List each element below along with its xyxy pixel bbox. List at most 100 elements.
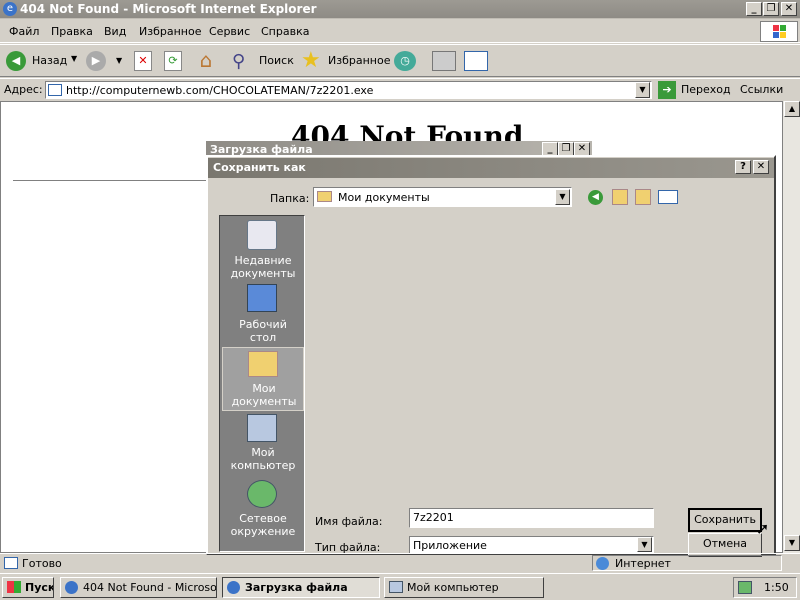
close-button[interactable]: ✕: [781, 2, 797, 16]
places-bar: Недавние документы Рабочий стол Мои доку…: [219, 215, 305, 552]
maximize-button[interactable]: ❐: [763, 2, 779, 16]
my-computer-icon: [247, 414, 277, 442]
minimize-button[interactable]: _: [542, 142, 558, 156]
desktop-icon: [247, 284, 277, 312]
windows-logo-icon: [760, 21, 798, 42]
place-label: Мои документы: [231, 382, 297, 408]
start-button[interactable]: Пуск: [2, 577, 54, 598]
menu-view[interactable]: Вид: [104, 25, 126, 38]
clock: 1:50: [764, 581, 789, 594]
menu-edit[interactable]: Правка: [51, 25, 93, 38]
page-icon: [4, 557, 18, 569]
status-text: Готово: [22, 557, 62, 570]
scroll-up-button[interactable]: ▲: [784, 101, 800, 117]
status-bar: Готово Интернет: [0, 553, 800, 572]
task-label: Мой компьютер: [407, 581, 499, 594]
my-computer-icon: [389, 581, 403, 593]
close-button[interactable]: ✕: [753, 160, 769, 174]
forward-arrow-icon[interactable]: ▶: [86, 51, 106, 71]
status-zone: Интернет: [592, 555, 782, 571]
refresh-icon[interactable]: ⟳: [164, 51, 182, 71]
address-label: Адрес:: [4, 83, 43, 96]
toolbar: ◀ Назад ▼ ▶ ▼ ✕ ⟳ ⌂ ⚲ Поиск ★ Избранное …: [0, 44, 800, 77]
filetype-select[interactable]: Приложение ▼: [409, 536, 654, 554]
menu-tools[interactable]: Сервис: [209, 25, 250, 38]
back-button[interactable]: ◀ Назад ▼: [3, 48, 78, 74]
minimize-button[interactable]: _: [746, 2, 762, 16]
history-icon[interactable]: ◷: [394, 51, 416, 71]
favorites-button[interactable]: ★ Избранное: [298, 48, 390, 74]
filetype-value: Приложение: [413, 539, 487, 552]
system-tray: 1:50: [733, 577, 797, 598]
home-icon[interactable]: ⌂: [194, 49, 218, 71]
taskbar-item-ie[interactable]: 404 Not Found - Microso...: [60, 577, 217, 598]
folder-label: Папка:: [270, 192, 310, 205]
scroll-down-button[interactable]: ▼: [784, 535, 800, 551]
filename-label: Имя файла:: [315, 515, 383, 528]
search-button[interactable]: ⚲ Поиск: [229, 48, 294, 74]
page-icon: [48, 84, 62, 96]
task-label: 404 Not Found - Microso...: [83, 581, 217, 594]
place-network[interactable]: Сетевое окружение: [222, 478, 304, 542]
mouse-cursor-icon: ➚: [756, 519, 770, 538]
close-button[interactable]: ✕: [574, 142, 590, 156]
folder-select[interactable]: Мои документы ▼: [313, 187, 572, 207]
page-divider: [13, 180, 208, 182]
tray-network-icon[interactable]: [738, 581, 752, 594]
up-folder-icon[interactable]: [612, 189, 628, 205]
help-button[interactable]: ?: [735, 160, 751, 174]
chevron-down-icon[interactable]: ▼: [116, 56, 122, 65]
print-icon[interactable]: [432, 51, 456, 71]
view-menu-icon[interactable]: [658, 190, 678, 204]
ie-logo-icon: e: [3, 2, 17, 16]
my-documents-icon: [248, 351, 278, 377]
place-my-computer[interactable]: Мой компьютер: [222, 412, 304, 476]
menu-file[interactable]: Файл: [9, 25, 39, 38]
menu-help[interactable]: Справка: [261, 25, 309, 38]
menu-favorites[interactable]: Избранное: [139, 25, 201, 38]
save-button-label: Сохранить: [694, 513, 756, 526]
place-label: Рабочий стол: [239, 318, 287, 344]
taskbar-item-my-computer[interactable]: Мой компьютер: [384, 577, 544, 598]
zone-label: Интернет: [615, 557, 671, 570]
stop-icon[interactable]: ✕: [134, 51, 152, 71]
go-arrow-icon[interactable]: ➔: [658, 81, 676, 99]
filetype-dropdown-button[interactable]: ▼: [637, 537, 652, 552]
address-input[interactable]: http://computernewb.com/CHOCOLATEMAN/7z2…: [45, 81, 652, 99]
address-bar: Адрес: http://computernewb.com/CHOCOLATE…: [0, 78, 800, 100]
taskbar: Пуск 404 Not Found - Microso... Загрузка…: [0, 573, 800, 600]
place-recent[interactable]: Недавние документы: [222, 218, 304, 282]
folder-dropdown-button[interactable]: ▼: [555, 189, 570, 205]
file-list[interactable]: [308, 215, 770, 505]
ie-logo-icon: [227, 581, 240, 594]
search-label: Поиск: [259, 54, 294, 67]
save-as-dialog: Сохранить как ? ✕ Папка: Мои документы ▼…: [206, 155, 776, 557]
go-button[interactable]: Переход: [681, 83, 731, 96]
place-desktop[interactable]: Рабочий стол: [222, 284, 304, 348]
taskbar-item-download[interactable]: Загрузка файла: [222, 577, 380, 598]
address-url: http://computernewb.com/CHOCOLATEMAN/7z2…: [66, 84, 374, 97]
globe-icon: [596, 557, 609, 570]
place-label: Мой компьютер: [230, 446, 296, 472]
vertical-scrollbar[interactable]: ▲ ▼: [783, 101, 800, 553]
back-arrow-icon: ◀: [6, 51, 26, 71]
save-dialog-title-bar: Сохранить как ? ✕: [208, 158, 774, 178]
maximize-button[interactable]: ❐: [558, 142, 574, 156]
links-button[interactable]: Ссылки: [740, 83, 783, 96]
folder-value: Мои документы: [338, 191, 430, 204]
start-label: Пуск: [25, 581, 54, 594]
filename-input[interactable]: 7z2201: [409, 508, 654, 528]
save-button[interactable]: Сохранить: [688, 508, 762, 532]
place-my-documents[interactable]: Мои документы: [222, 347, 304, 411]
cancel-button-label: Отмена: [702, 537, 748, 550]
back-label: Назад: [32, 54, 68, 67]
chevron-down-icon[interactable]: ▼: [71, 54, 77, 63]
address-dropdown-button[interactable]: ▼: [635, 82, 650, 98]
task-label: Загрузка файла: [245, 581, 348, 594]
ie-title-bar: e 404 Not Found - Microsoft Internet Exp…: [0, 0, 800, 19]
back-icon[interactable]: ◀: [588, 190, 603, 205]
new-folder-icon[interactable]: [635, 189, 651, 205]
edit-icon[interactable]: [464, 51, 488, 71]
search-icon: ⚲: [232, 51, 246, 72]
favorites-label: Избранное: [328, 54, 391, 67]
